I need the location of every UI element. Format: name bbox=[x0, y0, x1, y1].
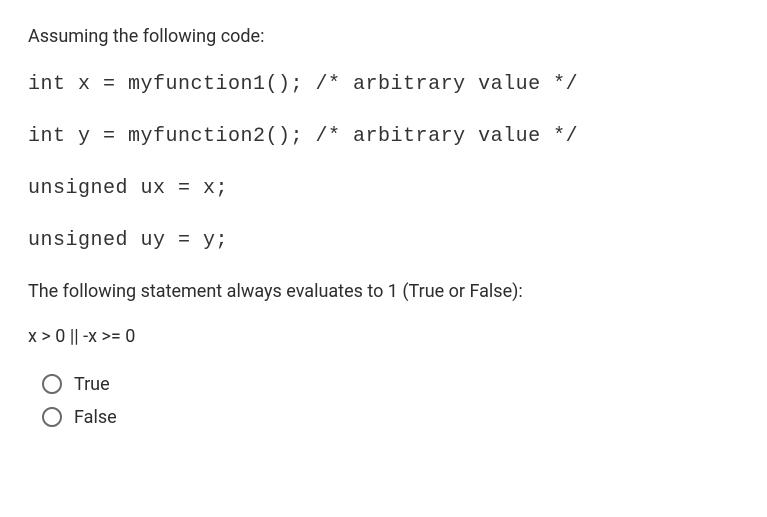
question-intro: Assuming the following code: bbox=[28, 24, 739, 49]
code-line-3: unsigned ux = x; bbox=[28, 175, 739, 203]
option-false-label: False bbox=[74, 405, 117, 430]
question-statement: The following statement always evaluates… bbox=[28, 279, 739, 304]
option-true-label: True bbox=[74, 372, 110, 397]
answer-options: True False bbox=[28, 372, 739, 430]
option-false[interactable]: False bbox=[42, 405, 739, 430]
option-true[interactable]: True bbox=[42, 372, 739, 397]
code-line-1: int x = myfunction1(); /* arbitrary valu… bbox=[28, 71, 739, 99]
code-line-4: unsigned uy = y; bbox=[28, 227, 739, 255]
radio-icon bbox=[42, 407, 62, 427]
radio-icon bbox=[42, 374, 62, 394]
expression: x > 0 || -x >= 0 bbox=[28, 324, 739, 349]
code-line-2: int y = myfunction2(); /* arbitrary valu… bbox=[28, 123, 739, 151]
